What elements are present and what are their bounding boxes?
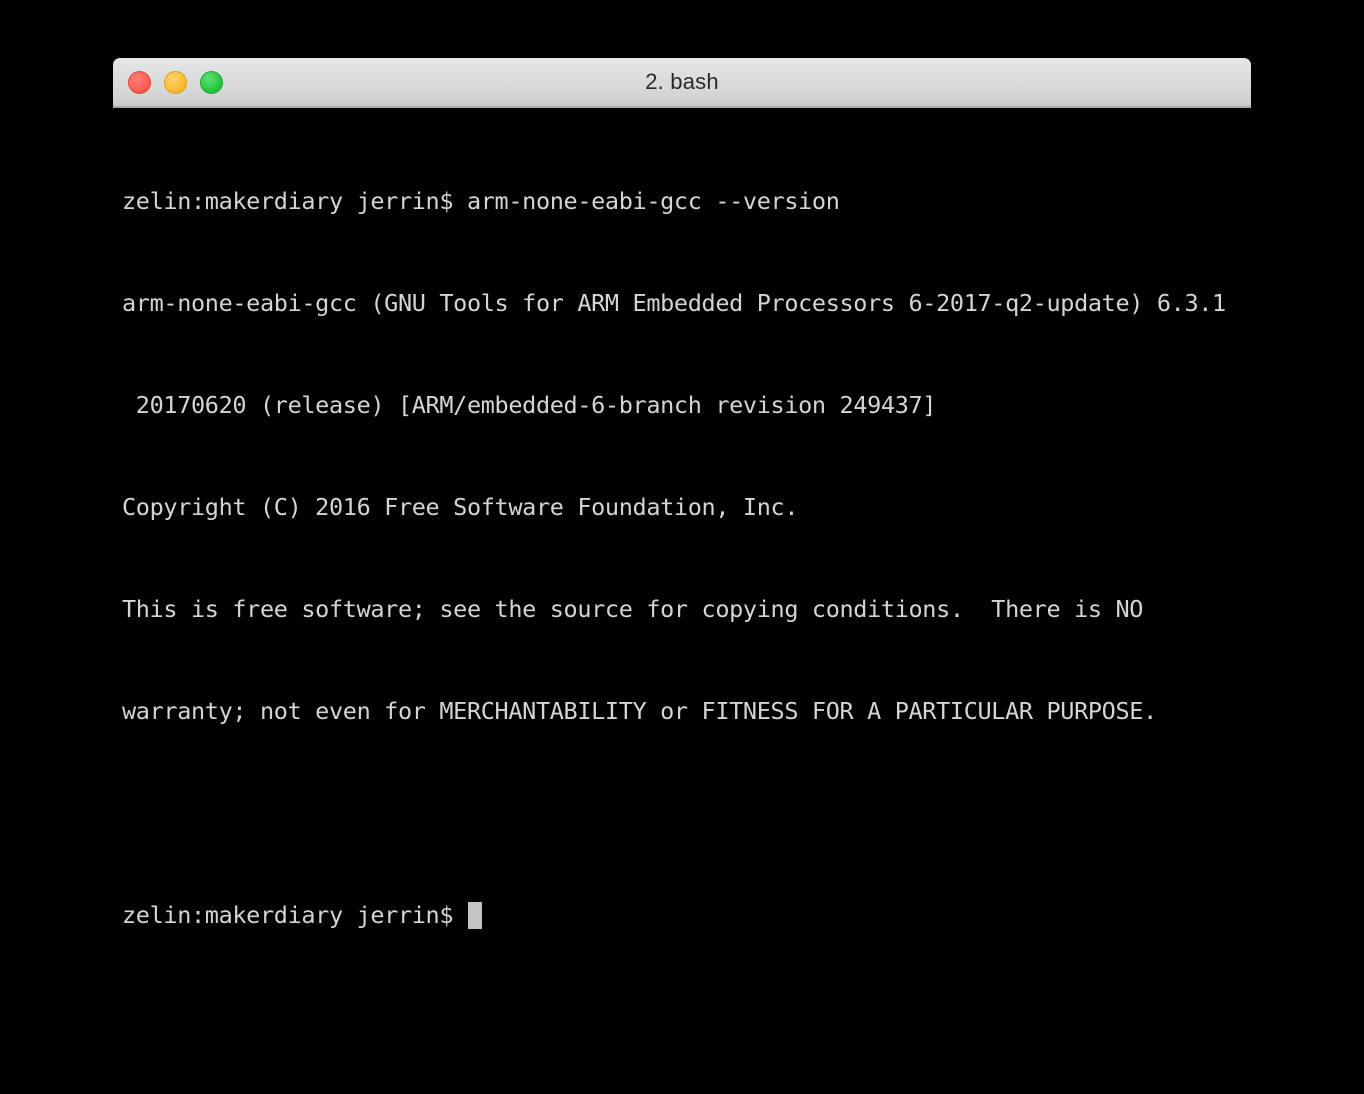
maximize-button[interactable]: [200, 70, 223, 94]
terminal-window[interactable]: 2. bash zelin:makerdiary jerrin$ arm-non…: [113, 58, 1251, 1094]
terminal-line-release: 20170620 (release) [ARM/embedded-6-branc…: [122, 391, 937, 419]
terminal-prompt: zelin:makerdiary jerrin$: [122, 901, 467, 929]
terminal-prompt-line[interactable]: zelin:makerdiary jerrin$: [122, 898, 1251, 932]
terminal-line-copyright: Copyright (C) 2016 Free Software Foundat…: [122, 493, 799, 521]
terminal-line-license-2: warranty; not even for MERCHANTABILITY o…: [122, 697, 1157, 725]
desktop-background: 2. bash zelin:makerdiary jerrin$ arm-non…: [0, 0, 1364, 1094]
close-button[interactable]: [128, 70, 151, 94]
window-title: 2. bash: [645, 69, 719, 94]
terminal-line-version: arm-none-eabi-gcc (GNU Tools for ARM Emb…: [122, 289, 1226, 317]
minimize-button[interactable]: [164, 70, 187, 94]
terminal-cursor: [467, 901, 482, 929]
terminal-body[interactable]: zelin:makerdiary jerrin$ arm-none-eabi-g…: [113, 108, 1251, 1092]
terminal-line-license-1: This is free software; see the source fo…: [122, 595, 1144, 623]
window-title-bar[interactable]: 2. bash: [113, 58, 1251, 108]
terminal-line-command: zelin:makerdiary jerrin$ arm-none-eabi-g…: [122, 187, 840, 215]
window-controls: [128, 58, 223, 106]
terminal-output: zelin:makerdiary jerrin$ arm-none-eabi-g…: [122, 116, 1251, 1000]
